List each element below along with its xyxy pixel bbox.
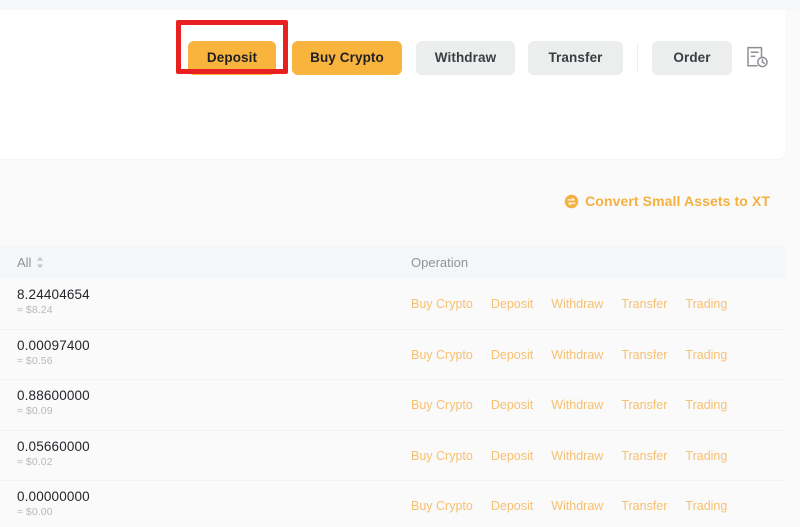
operation-link-buy-crypto[interactable]: Buy Crypto	[411, 499, 473, 513]
asset-amount-usd: ≈ $0.02	[17, 455, 53, 468]
operation-link-transfer[interactable]: Transfer	[621, 499, 667, 513]
operation-link-withdraw[interactable]: Withdraw	[551, 449, 603, 463]
order-button[interactable]: Order	[652, 41, 732, 75]
account-actions-card: Deposit Buy Crypto Withdraw Transfer Ord…	[0, 10, 786, 159]
convert-icon	[564, 194, 579, 209]
assets-table-body: 8.24404654 ≈ $8.24 Buy Crypto Deposit Withdr…	[0, 279, 786, 527]
asset-amount-usd: ≈ $8.24	[17, 304, 53, 316]
action-bar-divider	[637, 44, 638, 72]
operation-link-trading[interactable]: Trading	[685, 398, 727, 412]
operation-link-trading[interactable]: Trading	[685, 499, 727, 513]
convert-small-assets-link[interactable]: Convert Small Assets to XT	[564, 193, 770, 209]
operation-link-withdraw[interactable]: Withdraw	[551, 348, 603, 362]
operation-link-deposit[interactable]: Deposit	[491, 348, 533, 362]
operation-link-transfer[interactable]: Transfer	[621, 449, 667, 463]
operation-links-cell: Buy Crypto Deposit Withdraw Transfer Trading	[411, 297, 727, 311]
convert-small-assets-label: Convert Small Assets to XT	[585, 193, 770, 209]
operation-link-deposit[interactable]: Deposit	[491, 449, 533, 463]
asset-amount-usd: ≈ $0.00	[17, 506, 53, 518]
asset-amount-value: 8.24404654	[17, 287, 90, 302]
convert-small-assets-row: Convert Small Assets to XT	[0, 186, 786, 216]
table-row: 0.05660000 ≈ $0.02 Buy Crypto Deposit Withdr…	[0, 431, 786, 481]
asset-amount-value: 0.00097400	[17, 337, 90, 353]
table-row: 0.88600000 ≈ $0.09 Buy Crypto Deposit Withdr…	[0, 380, 786, 431]
asset-amount-value: 0.88600000	[17, 388, 90, 403]
asset-amount-value: 0.00000000	[17, 489, 90, 504]
operation-link-buy-crypto[interactable]: Buy Crypto	[411, 398, 473, 412]
assets-table-header: All Operation	[0, 245, 786, 279]
operation-link-withdraw[interactable]: Withdraw	[551, 398, 603, 412]
operation-link-trading[interactable]: Trading	[685, 348, 727, 362]
asset-amount-cell: 0.88600000 ≈ $0.09	[17, 387, 90, 419]
asset-amount-cell: 0.00000000 ≈ $0.00	[17, 488, 90, 520]
operation-link-transfer[interactable]: Transfer	[621, 297, 667, 311]
buy-crypto-button[interactable]: Buy Crypto	[292, 41, 402, 75]
sort-icon[interactable]	[36, 256, 44, 269]
operation-link-deposit[interactable]: Deposit	[491, 499, 533, 513]
operation-link-deposit[interactable]: Deposit	[491, 297, 533, 311]
operation-link-withdraw[interactable]: Withdraw	[551, 297, 603, 311]
column-header-all[interactable]: All	[17, 255, 44, 270]
asset-amount-cell: 0.05660000 ≈ $0.02	[17, 438, 90, 470]
operation-link-buy-crypto[interactable]: Buy Crypto	[411, 297, 473, 311]
operation-link-transfer[interactable]: Transfer	[621, 348, 667, 362]
operation-links-cell: Buy Crypto Deposit Withdraw Transfer Trading	[411, 499, 727, 513]
table-row: 0.00097400 ≈ $0.56 Buy Crypto Deposit Withdr…	[0, 330, 786, 380]
assets-table: All Operation 8.24404654 ≈ $8.24 Buy Crypt…	[0, 245, 786, 527]
transfer-button[interactable]: Transfer	[528, 41, 623, 75]
table-row: 0.00000000 ≈ $0.00 Buy Crypto Deposit Withdr…	[0, 481, 786, 527]
operation-link-buy-crypto[interactable]: Buy Crypto	[411, 348, 473, 362]
operation-link-buy-crypto[interactable]: Buy Crypto	[411, 449, 473, 463]
page-top-strip	[0, 0, 800, 10]
operation-link-transfer[interactable]: Transfer	[621, 398, 667, 412]
operation-link-deposit[interactable]: Deposit	[491, 398, 533, 412]
operation-link-withdraw[interactable]: Withdraw	[551, 499, 603, 513]
table-row: 8.24404654 ≈ $8.24 Buy Crypto Deposit Withdr…	[0, 279, 786, 330]
asset-amount-value: 0.05660000	[17, 438, 90, 454]
operation-links-cell: Buy Crypto Deposit Withdraw Transfer Trading	[411, 398, 727, 412]
order-history-icon[interactable]	[744, 44, 770, 70]
asset-amount-cell: 0.00097400 ≈ $0.56	[17, 337, 90, 369]
asset-amount-usd: ≈ $0.09	[17, 405, 53, 417]
operation-links-cell: Buy Crypto Deposit Withdraw Transfer Trading	[411, 449, 727, 463]
asset-amount-usd: ≈ $0.56	[17, 354, 53, 367]
withdraw-button[interactable]: Withdraw	[416, 41, 515, 75]
action-button-bar: Deposit Buy Crypto Withdraw Transfer Ord…	[0, 33, 786, 83]
operation-link-trading[interactable]: Trading	[685, 449, 727, 463]
deposit-button[interactable]: Deposit	[188, 41, 276, 75]
asset-amount-cell: 8.24404654 ≈ $8.24	[17, 286, 90, 318]
operation-link-trading[interactable]: Trading	[685, 297, 727, 311]
operation-links-cell: Buy Crypto Deposit Withdraw Transfer Trading	[411, 348, 727, 362]
column-header-all-label: All	[17, 254, 32, 270]
column-header-operation: Operation	[411, 254, 469, 270]
